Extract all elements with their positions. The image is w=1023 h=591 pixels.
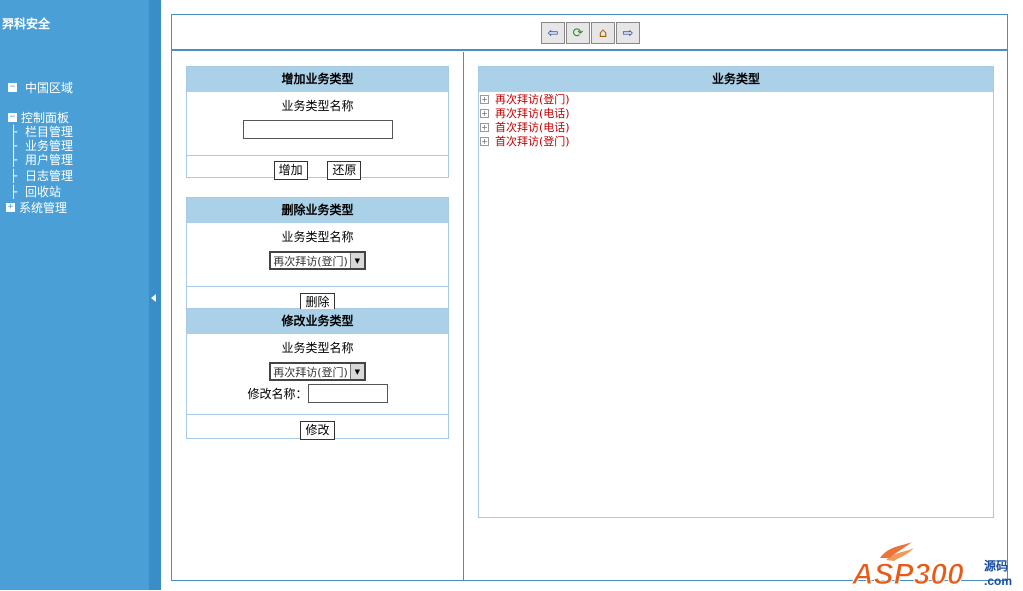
chevron-down-icon[interactable]: ▼ (349, 253, 364, 268)
refresh-icon[interactable]: ⟳ (566, 22, 590, 44)
delete-panel: 删除业务类型 业务类型名称 再次拜访(登门) ▼ 删除 (186, 197, 449, 312)
add-button[interactable]: 增加 (273, 161, 308, 180)
home-icon[interactable]: ⌂ (591, 22, 615, 44)
type-panel: 业务类型 + 再次拜访(登门) + 再次拜访(电话) + 首次拜访(电话) + 首次拜访… (478, 66, 994, 518)
expand-icon[interactable]: + (480, 108, 489, 118)
add-panel-title: 增加业务类型 (187, 67, 448, 92)
modify-panel: 修改业务类型 业务类型名称 再次拜访(登门) ▼ 修改名称： 修改 (186, 309, 449, 440)
tree-node-region-label[interactable]: 中国区域 (25, 79, 73, 96)
sidebar-toggle[interactable] (149, 0, 161, 590)
type-panel-title: 业务类型 (479, 67, 993, 92)
delete-panel-title: 删除业务类型 (187, 198, 448, 223)
list-item[interactable]: + 再次拜访(登门) (479, 92, 993, 106)
list-item[interactable]: + 首次拜访(登门) (479, 134, 993, 148)
modify-field-label: 业务类型名称 (281, 341, 354, 355)
collapse-icon[interactable]: − (8, 83, 17, 92)
sidebar-item-users[interactable]: ├ 用户管理 (10, 151, 73, 168)
back-icon[interactable]: ⇦ (541, 22, 565, 44)
modify-button[interactable]: 修改 (300, 421, 335, 440)
logo-suffix-en: .com (984, 574, 1012, 588)
add-type-name-input[interactable] (242, 120, 393, 139)
sidebar: 羿科安全 − 中国区域 − 控制面板 ├ 栏目管理 ├ 业务管理 ├ 用户管理 ├ 日志… (0, 0, 149, 590)
expand-icon[interactable]: + (6, 203, 15, 212)
forward-icon[interactable]: ⇨ (616, 22, 640, 44)
logo-text: ASP300 (851, 558, 964, 588)
modify-panel-title: 修改业务类型 (187, 309, 448, 334)
watermark-logo: ASP300 源码 .com (850, 540, 1020, 591)
chevron-down-icon[interactable]: ▼ (349, 364, 364, 379)
expand-icon[interactable]: + (480, 94, 489, 104)
collapse-icon[interactable]: − (8, 113, 17, 122)
list-item[interactable]: + 首次拜访(电话) (479, 120, 993, 134)
sidebar-item-recycle[interactable]: ├ 回收站 (10, 183, 61, 200)
tree-node-system[interactable]: + 系统管理 (6, 199, 67, 216)
expand-icon[interactable]: + (480, 122, 489, 132)
expand-icon[interactable]: + (480, 136, 489, 146)
tree-node-system-label[interactable]: 系统管理 (19, 199, 67, 216)
toolbar: ⇦ ⟳ ⌂ ⇨ (172, 15, 1007, 51)
modify-type-select[interactable]: 再次拜访(登门) ▼ (269, 362, 366, 381)
add-field-label: 业务类型名称 (281, 99, 354, 113)
logo-suffix-cn: 源码 (984, 558, 1008, 573)
delete-type-select[interactable]: 再次拜访(登门) ▼ (269, 251, 366, 270)
rename-input[interactable] (307, 384, 388, 403)
add-panel: 增加业务类型 业务类型名称 增加 还原 (186, 66, 449, 180)
rename-label: 修改名称： (247, 387, 308, 401)
sidebar-item-logs[interactable]: ├ 日志管理 (10, 167, 73, 184)
brand-title: 羿科安全 (2, 17, 51, 31)
tree-node-region[interactable]: − 中国区域 (8, 79, 73, 96)
delete-field-label: 业务类型名称 (281, 230, 354, 244)
list-item[interactable]: + 再次拜访(电话) (479, 106, 993, 120)
collapse-arrow-icon[interactable] (151, 294, 156, 302)
reset-button[interactable]: 还原 (327, 161, 362, 180)
